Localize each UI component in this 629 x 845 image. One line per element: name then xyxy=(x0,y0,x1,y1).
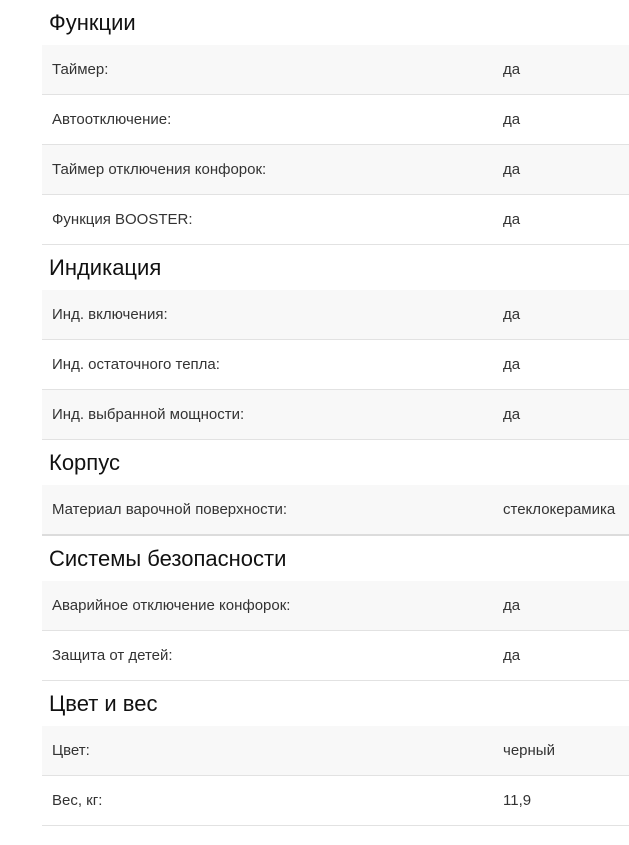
spec-label: Инд. включения: xyxy=(52,306,168,323)
spec-value: да xyxy=(503,356,521,373)
section-title: Системы безопасности xyxy=(49,546,287,571)
spec-label: Функция BOOSTER: xyxy=(52,211,193,228)
spec-row: Таймер отключения конфорок: да xyxy=(42,145,629,195)
spec-row: Автоотключение: да xyxy=(42,95,629,145)
specifications-list: Функции Таймер: да Автоотключение: да Та… xyxy=(42,0,629,826)
spec-section-color-weight: Цвет и вес Цвет: черный Вес, кг: 11,9 xyxy=(42,681,629,826)
section-title: Индикация xyxy=(49,255,162,280)
spec-rows: Инд. включения: да Инд. остаточного тепл… xyxy=(42,290,629,440)
spec-value: да xyxy=(503,161,521,178)
spec-section-indication: Индикация Инд. включения: да Инд. остато… xyxy=(42,245,629,440)
spec-section-safety: Системы безопасности Аварийное отключени… xyxy=(42,536,629,681)
spec-row: Материал варочной поверхности: стеклокер… xyxy=(42,485,629,536)
spec-value: да xyxy=(503,647,521,664)
spec-label: Инд. остаточного тепла: xyxy=(52,356,220,373)
spec-row: Инд. остаточного тепла: да xyxy=(42,340,629,390)
spec-label: Цвет: xyxy=(52,742,90,759)
spec-row: Аварийное отключение конфорок: да xyxy=(42,581,629,631)
spec-row: Цвет: черный xyxy=(42,726,629,776)
spec-label: Инд. выбранной мощности: xyxy=(52,406,245,423)
spec-section-functions: Функции Таймер: да Автоотключение: да Та… xyxy=(42,0,629,245)
spec-label: Таймер отключения конфорок: xyxy=(52,161,267,178)
spec-value: да xyxy=(503,597,521,614)
spec-label: Защита от детей: xyxy=(52,647,173,664)
spec-value: 11,9 xyxy=(503,792,532,809)
spec-rows: Таймер: да Автоотключение: да Таймер отк… xyxy=(42,45,629,245)
spec-label: Материал варочной поверхности: xyxy=(52,501,288,518)
spec-row: Таймер: да xyxy=(42,45,629,95)
spec-row: Инд. включения: да xyxy=(42,290,629,340)
spec-value: да xyxy=(503,61,521,78)
spec-rows: Аварийное отключение конфорок: да Защита… xyxy=(42,581,629,681)
spec-value: стеклокерамика xyxy=(503,501,616,518)
spec-rows: Материал варочной поверхности: стеклокер… xyxy=(42,485,629,536)
spec-value: да xyxy=(503,406,521,423)
spec-value: да xyxy=(503,211,521,228)
section-title: Корпус xyxy=(49,450,120,475)
spec-value: да xyxy=(503,111,521,128)
spec-label: Таймер: xyxy=(52,61,109,78)
spec-row: Защита от детей: да xyxy=(42,631,629,681)
spec-label: Аварийное отключение конфорок: xyxy=(52,597,291,614)
spec-label: Вес, кг: xyxy=(52,792,103,809)
section-title: Цвет и вес xyxy=(49,691,158,716)
spec-value: черный xyxy=(503,742,555,759)
spec-value: да xyxy=(503,306,521,323)
spec-row: Инд. выбранной мощности: да xyxy=(42,390,629,440)
spec-label: Автоотключение: xyxy=(52,111,172,128)
spec-row: Функция BOOSTER: да xyxy=(42,195,629,245)
spec-rows: Цвет: черный Вес, кг: 11,9 xyxy=(42,726,629,826)
spec-row: Вес, кг: 11,9 xyxy=(42,776,629,826)
spec-section-body: Корпус Материал варочной поверхности: ст… xyxy=(42,440,629,536)
section-title: Функции xyxy=(49,10,136,35)
